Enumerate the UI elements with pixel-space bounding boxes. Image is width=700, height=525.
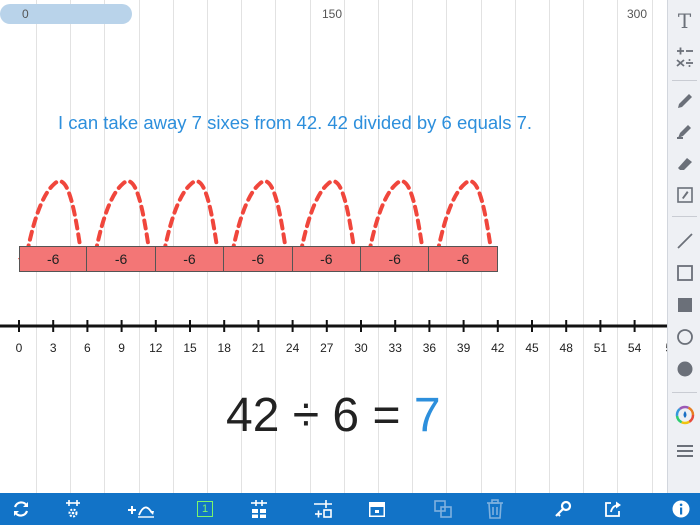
number-line-tick-label: 21 (252, 341, 266, 355)
number-line-tick-label: 0 (16, 341, 23, 355)
circle-filled-button[interactable] (668, 354, 700, 384)
info-icon (672, 500, 690, 518)
settings-button[interactable] (58, 495, 88, 523)
number-line-tick-label: 54 (628, 341, 642, 355)
operations-button[interactable] (668, 42, 700, 72)
operations-icon (675, 47, 693, 67)
jump-block[interactable]: -6 (361, 246, 430, 272)
number-line-tick-label: 15 (183, 341, 197, 355)
jump-block[interactable]: -6 (155, 246, 225, 272)
grid-icon (251, 500, 267, 518)
equation[interactable]: 42 ÷ 6 = 7 (226, 388, 441, 443)
range-slider-thumb[interactable] (0, 4, 132, 24)
eraser-button[interactable] (668, 148, 700, 178)
trash-icon (487, 499, 503, 519)
grid-button[interactable] (244, 495, 274, 523)
number-line-tick-label: 6 (84, 341, 91, 355)
add-jump-button[interactable] (123, 495, 159, 523)
key-button[interactable] (548, 495, 578, 523)
toolbar-separator (672, 80, 697, 81)
refresh-icon (13, 501, 29, 517)
line-icon (676, 233, 693, 249)
share-icon (605, 501, 621, 517)
square-filled-button[interactable] (668, 290, 700, 320)
number-line-tick-label: 48 (560, 341, 574, 355)
right-toolbar: T (667, 0, 700, 493)
duplicate-icon (434, 500, 452, 518)
range-slider[interactable]: 0 150 300 (0, 0, 667, 28)
square-filled-icon (677, 298, 692, 312)
circle-outline-icon (676, 329, 693, 345)
color-picker-button[interactable] (668, 400, 700, 430)
number-line[interactable]: 03691215182124273033363942454851545 (0, 300, 667, 360)
delete-button[interactable] (480, 495, 510, 523)
number-line-tick-label: 39 (457, 341, 471, 355)
number-line-tick-label: 24 (286, 341, 300, 355)
canvas-area[interactable]: 0 150 300 I can take away 7 sixes from 4… (0, 0, 667, 493)
duplicate-button[interactable] (428, 495, 458, 523)
share-button[interactable] (598, 495, 628, 523)
pen-button[interactable] (668, 86, 700, 116)
line-button[interactable] (668, 226, 700, 256)
text-tool-button[interactable]: T (668, 6, 700, 36)
number-line-tick-label: 12 (149, 341, 163, 355)
eraser-icon (677, 158, 692, 170)
jump-block[interactable]: -6 (224, 246, 293, 272)
add-tick-icon (314, 500, 332, 518)
key-icon (555, 500, 572, 517)
square-outline-button[interactable] (668, 258, 700, 288)
equation-left: 42 ÷ 6 = (226, 389, 401, 442)
circle-outline-button[interactable] (668, 322, 700, 352)
square-outline-icon (676, 265, 693, 281)
color-picker-icon (675, 405, 694, 425)
number-line-tick-label: 51 (594, 341, 608, 355)
range-max-label: 300 (627, 7, 648, 21)
equation-answer: 7 (413, 389, 441, 442)
menu-icon (676, 445, 693, 457)
settings-icon (66, 500, 80, 518)
number-line-tick-label: 42 (491, 341, 505, 355)
toolbar-separator (672, 216, 697, 217)
number-line-tick-label: 18 (218, 341, 232, 355)
explanation-text[interactable]: I can take away 7 sixes from 42. 42 divi… (58, 112, 532, 134)
highlighter-icon (676, 125, 691, 139)
calendar-button[interactable] (362, 495, 392, 523)
range-mid-label: 150 (322, 7, 343, 21)
bottom-toolbar: 1 (0, 493, 700, 525)
jump-block[interactable]: -6 (87, 246, 156, 272)
jump-block[interactable]: -6 (19, 246, 88, 272)
unit-button[interactable]: 1 (190, 495, 220, 523)
add-jump-icon (128, 506, 154, 518)
jump-block[interactable]: -6 (292, 246, 361, 272)
circle-filled-icon (677, 361, 692, 377)
menu-button[interactable] (668, 436, 700, 466)
jump-block[interactable]: -6 (429, 246, 498, 272)
number-line-tick-label: 27 (320, 341, 334, 355)
number-line-tick-label: 3 (50, 341, 57, 355)
number-line-tick-label: 30 (354, 341, 368, 355)
range-min-label: 0 (22, 7, 29, 21)
text-icon: T (677, 9, 692, 33)
number-line-tick-label: 45 (525, 341, 539, 355)
refresh-button[interactable] (6, 495, 36, 523)
number-line-tick-label: 9 (118, 341, 125, 355)
pen-icon (677, 94, 692, 108)
highlighter-button[interactable] (668, 116, 700, 146)
toolbar-separator (672, 392, 697, 393)
note-button[interactable] (668, 180, 700, 210)
unit-icon: 1 (197, 501, 213, 517)
number-line-tick-label: 33 (389, 341, 403, 355)
add-tick-button[interactable] (308, 495, 338, 523)
number-line-tick-label: 36 (423, 341, 437, 355)
note-icon (676, 187, 693, 203)
info-button[interactable] (666, 495, 696, 523)
calendar-icon (369, 502, 385, 517)
